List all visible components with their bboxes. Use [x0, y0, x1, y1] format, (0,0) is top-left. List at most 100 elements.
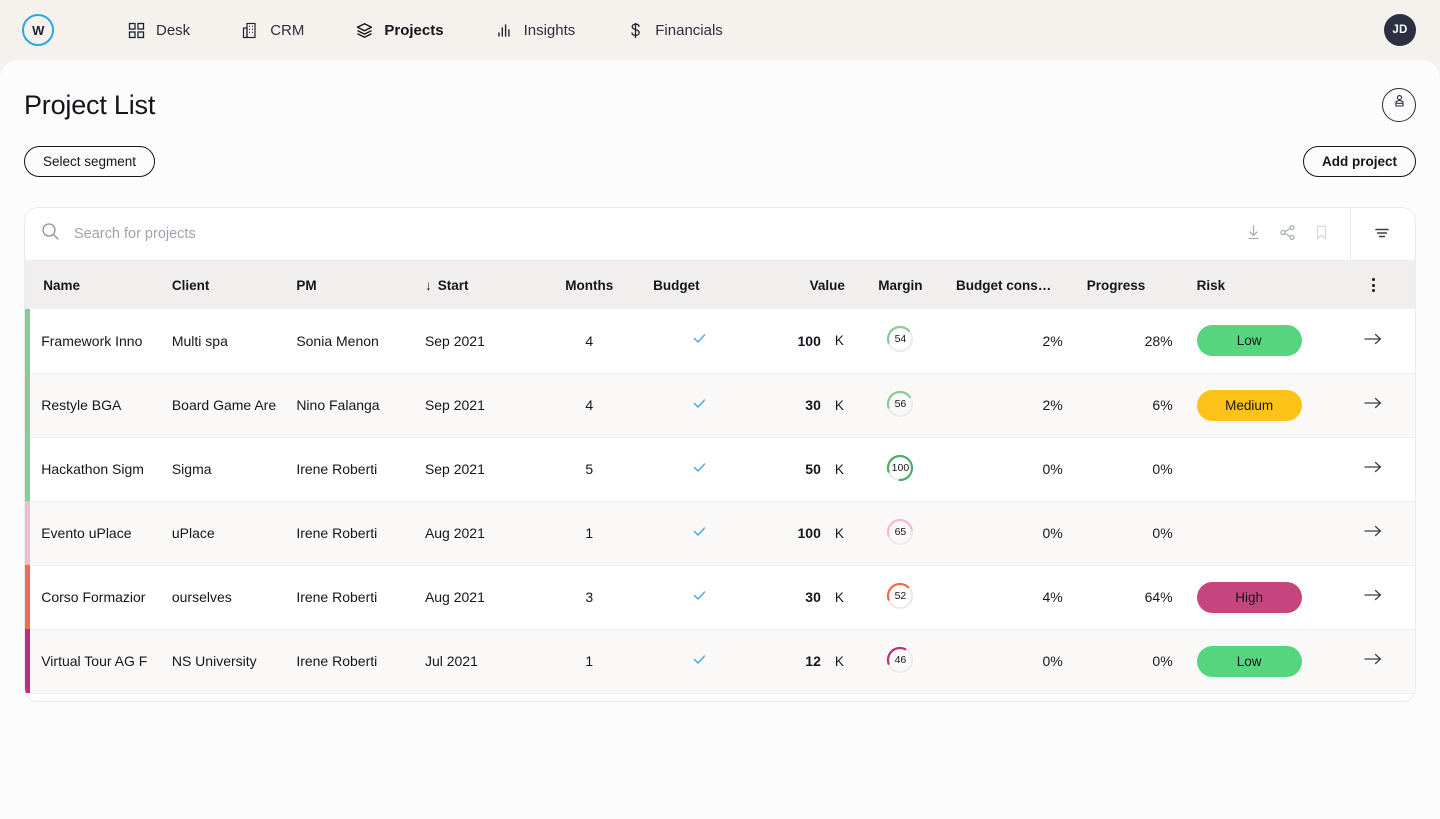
cell-months: 3 — [537, 565, 642, 630]
value-amount: 12 — [805, 653, 821, 669]
header-budget[interactable]: Budget — [641, 261, 758, 309]
nav-item-financials[interactable]: Financials — [627, 22, 723, 39]
select-segment-button[interactable]: Select segment — [24, 146, 156, 177]
profile-portfolio-button[interactable] — [1382, 88, 1416, 122]
row-detail-arrow-button[interactable] — [1363, 332, 1383, 350]
row-detail-arrow-button[interactable] — [1363, 652, 1383, 670]
nav-item-insights-label: Insights — [523, 21, 576, 39]
header-budget-consumed[interactable]: Budget cons… — [944, 261, 1075, 309]
header-pm[interactable]: PM — [284, 261, 413, 309]
cell-value: 100 K — [757, 501, 857, 566]
header-name-label: Name — [43, 277, 80, 293]
nav-item-insights[interactable]: Insights — [496, 21, 576, 39]
cell-progress: 6% — [1074, 373, 1185, 438]
header-name[interactable]: Name — [31, 261, 160, 309]
row-detail-arrow-button[interactable] — [1363, 396, 1383, 414]
cell-start: Aug 2021 — [412, 501, 538, 566]
dollar-icon — [627, 22, 644, 39]
cell-budget — [641, 309, 758, 374]
row-detail-arrow-button[interactable] — [1363, 460, 1383, 478]
table-row[interactable]: Hackathon Sigm Sigma Irene Roberti Sep 2021… — [25, 437, 1415, 502]
risk-badge[interactable]: Low — [1196, 325, 1302, 357]
cell-client: NS University — [159, 629, 285, 694]
cell-progress: 64% — [1074, 565, 1185, 630]
nav-item-desk[interactable]: Desk — [128, 22, 190, 39]
cell-row-action — [1331, 309, 1415, 374]
page-header: Project List — [24, 60, 1416, 122]
header-progress[interactable]: Progress — [1074, 261, 1185, 309]
page-title: Project List — [24, 89, 156, 120]
cell-margin: 65 — [856, 501, 944, 566]
cell-margin: 52 — [856, 565, 944, 630]
risk-badge[interactable]: Low — [1196, 645, 1302, 677]
cell-risk — [1184, 501, 1332, 566]
header-value[interactable]: Value — [757, 261, 857, 309]
risk-badge[interactable]: Medium — [1196, 389, 1302, 421]
app-logo-text: W — [32, 22, 44, 38]
header-start[interactable]: ↓ Start — [412, 261, 538, 309]
cell-value: 50 K — [757, 437, 857, 502]
app-logo[interactable]: W — [22, 14, 54, 46]
header-menu[interactable] — [1331, 261, 1415, 309]
header-months[interactable]: Months — [537, 261, 642, 309]
check-icon — [692, 590, 707, 607]
cell-pm: Irene Roberti — [284, 437, 413, 502]
cell-name: Hackathon Sigm — [31, 437, 160, 502]
add-project-button[interactable]: Add project — [1302, 146, 1416, 177]
cell-value: 30 K — [757, 565, 857, 630]
header-client[interactable]: Client — [159, 261, 285, 309]
value-unit: K — [834, 461, 844, 477]
kebab-menu-icon[interactable] — [1371, 278, 1375, 292]
nav-item-crm[interactable]: CRM — [242, 22, 304, 39]
value-amount: 50 — [805, 461, 821, 477]
row-detail-arrow-button[interactable] — [1363, 588, 1383, 606]
check-icon — [692, 333, 707, 350]
table-row[interactable]: Evento uPlace uPlace Irene Roberti Aug 2021… — [25, 501, 1415, 566]
table-row[interactable]: Corso Formazior ourselves Irene Roberti Aug… — [25, 565, 1415, 630]
header-risk[interactable]: Risk — [1184, 261, 1332, 309]
cell-budget-consumed: 2% — [944, 373, 1075, 438]
check-icon — [692, 462, 707, 479]
layers-icon — [356, 22, 373, 39]
bar-chart-icon — [496, 22, 513, 39]
share-button[interactable] — [1270, 208, 1304, 261]
table-row[interactable]: Virtual Tour AG F NS University Irene Robe… — [25, 629, 1415, 694]
cell-name: Evento uPlace — [31, 501, 160, 566]
cell-budget — [641, 373, 758, 438]
bookmark-button[interactable] — [1304, 208, 1338, 261]
cell-value: 12 K — [757, 629, 857, 694]
cell-budget — [641, 565, 758, 630]
filter-button[interactable] — [1365, 208, 1399, 261]
table-row[interactable]: Framework Inno Multi spa Sonia Menon Sep 20… — [25, 309, 1415, 374]
nav-item-crm-label: CRM — [270, 21, 305, 39]
cell-value: 100 K — [757, 309, 857, 374]
margin-value: 54 — [894, 333, 907, 346]
avatar-initials: JD — [1392, 24, 1408, 36]
table-row[interactable]: Restyle BGA Board Game Are Nino Falanga Sep… — [25, 373, 1415, 438]
cell-budget — [641, 629, 758, 694]
user-avatar[interactable]: JD — [1384, 14, 1416, 46]
download-button[interactable] — [1236, 208, 1270, 261]
header-margin[interactable]: Margin — [856, 261, 944, 309]
header-value-label: Value — [809, 277, 845, 293]
risk-badge[interactable]: High — [1196, 581, 1302, 613]
nav-item-financials-label: Financials — [655, 21, 723, 39]
cell-start: Sep 2021 — [412, 309, 538, 374]
header-client-label: Client — [171, 277, 210, 293]
cell-start: Sep 2021 — [412, 437, 538, 502]
search-area — [25, 222, 1236, 246]
cell-progress: 0% — [1074, 501, 1185, 566]
page-container: Project List Select segment Add project — [0, 60, 1440, 819]
nav-item-projects[interactable]: Projects — [356, 22, 444, 39]
margin-donut: 46 — [885, 645, 915, 675]
row-detail-arrow-button[interactable] — [1363, 524, 1383, 542]
cell-pm: Irene Roberti — [284, 565, 413, 630]
cell-risk: Medium — [1184, 373, 1332, 438]
cell-row-action — [1331, 373, 1415, 438]
page-actions-row: Select segment Add project — [24, 146, 1416, 177]
cell-start: Jul 2021 — [412, 629, 538, 694]
search-input[interactable] — [74, 226, 474, 242]
cell-row-action — [1331, 437, 1415, 502]
cell-risk: Low — [1184, 309, 1332, 374]
grid-icon — [128, 22, 145, 39]
